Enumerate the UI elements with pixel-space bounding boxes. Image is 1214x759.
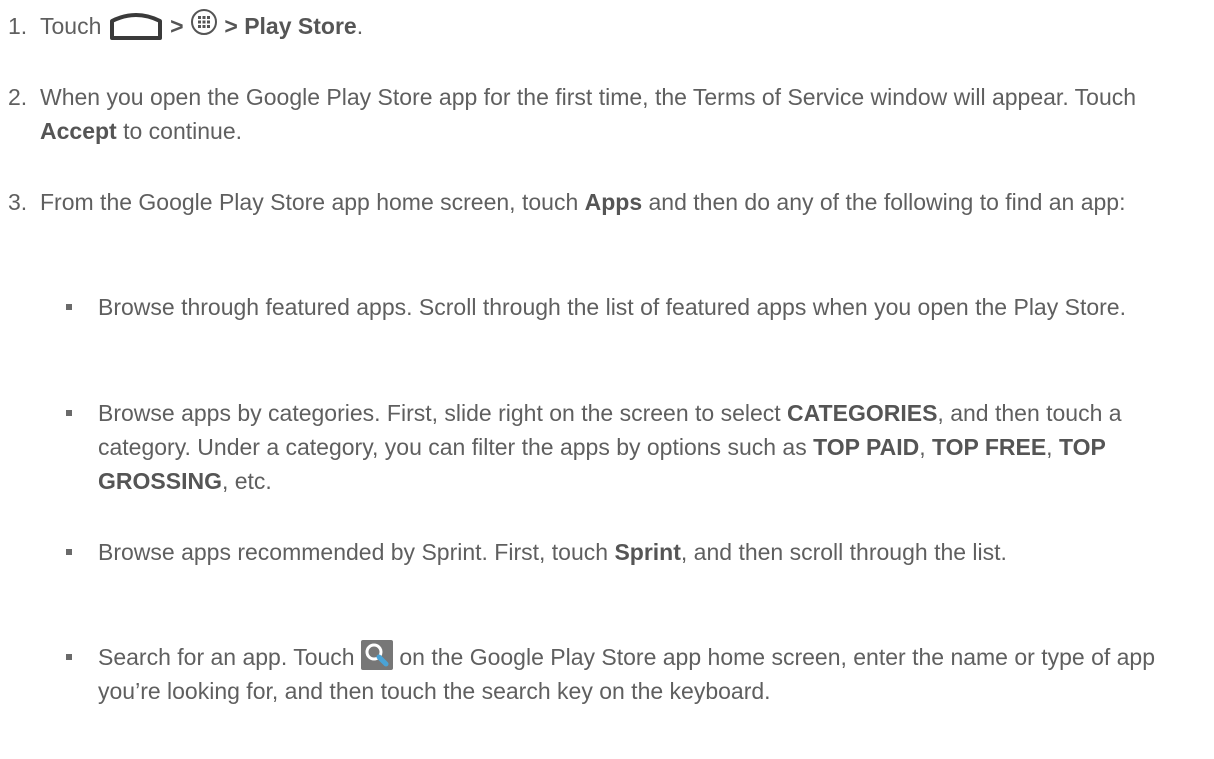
bullet-text-part: , bbox=[919, 434, 926, 460]
sprint-label: Sprint bbox=[614, 539, 681, 565]
bullet-icon bbox=[66, 410, 72, 416]
step-number: 3. bbox=[8, 189, 28, 215]
top-free-label: TOP FREE bbox=[931, 434, 1047, 460]
bullet-icon bbox=[66, 304, 72, 310]
step-text-part: to continue. bbox=[123, 118, 243, 144]
step-number: 2. bbox=[8, 84, 28, 110]
bullet-text: Browse apps recommended by Sprint. First… bbox=[98, 535, 1192, 569]
step-text: From the Google Play Store app home scre… bbox=[40, 185, 1200, 219]
play-store-label: Play Store bbox=[244, 13, 357, 39]
step-text-part: and then do any of the following to find… bbox=[648, 189, 1126, 215]
step-number: 1. bbox=[8, 13, 28, 39]
step-text-part: When you open the Google Play Store app … bbox=[40, 84, 1137, 110]
punctuation: . bbox=[356, 13, 364, 39]
bullet-icon bbox=[66, 549, 72, 555]
categories-label: CATEGORIES bbox=[787, 400, 938, 426]
step-text-touch: Touch bbox=[40, 13, 102, 39]
bullet-text-part: Browse apps recommended by Sprint. First… bbox=[98, 539, 609, 565]
bullet-text-part: Browse apps by categories. First, slide … bbox=[98, 400, 781, 426]
bullet-text: Search for an app. Touch on the Google P… bbox=[98, 639, 1192, 708]
bullet-text-part: , bbox=[1046, 434, 1053, 460]
bullet-text: Browse apps by categories. First, slide … bbox=[98, 396, 1192, 498]
bullet-text: Browse through featured apps. Scroll thr… bbox=[98, 294, 1126, 320]
bullet-text-part: , etc. bbox=[221, 468, 272, 494]
bullet-text-part: , and then scroll through the list. bbox=[680, 539, 1007, 565]
step-text: Touch > > Play Store. bbox=[40, 8, 1200, 43]
bullet-text-part: Search for an app. Touch bbox=[98, 644, 355, 670]
step-text: When you open the Google Play Store app … bbox=[40, 80, 1200, 148]
top-paid-label: TOP PAID bbox=[813, 434, 920, 460]
step-text-part: From the Google Play Store app home scre… bbox=[40, 189, 579, 215]
home-icon bbox=[108, 11, 164, 41]
all-apps-icon bbox=[190, 8, 218, 36]
accept-label: Accept bbox=[40, 118, 117, 144]
search-icon bbox=[360, 639, 393, 670]
separator: > bbox=[224, 13, 238, 39]
separator: > bbox=[170, 13, 184, 39]
bullet-icon bbox=[66, 654, 72, 660]
apps-label: Apps bbox=[584, 189, 643, 215]
